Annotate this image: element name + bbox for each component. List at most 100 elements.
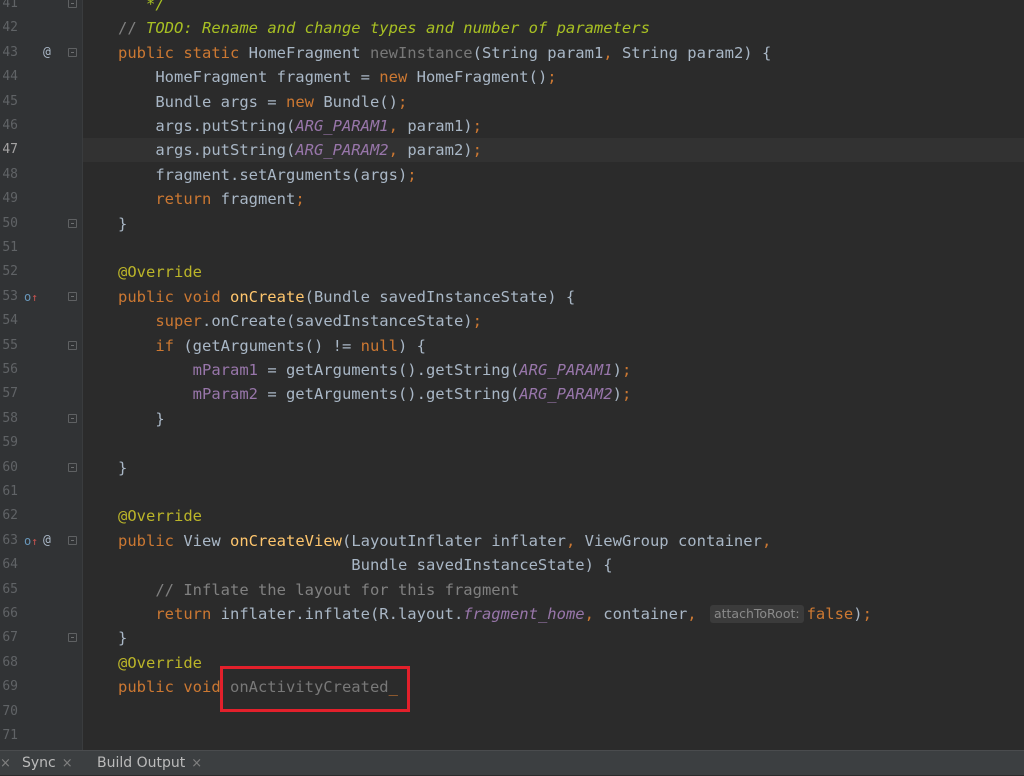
line-number[interactable]: 68 bbox=[0, 651, 18, 675]
code-text[interactable]: args.putString(ARG_PARAM1, param1); bbox=[118, 114, 482, 138]
code-line[interactable]: 56 mParam1 = getArguments().getString(AR… bbox=[0, 358, 1024, 382]
line-number[interactable]: 64 bbox=[0, 553, 18, 577]
code-line[interactable]: 55 if (getArguments() != null) { bbox=[0, 334, 1024, 358]
close-icon[interactable]: × bbox=[62, 756, 73, 771]
code-line[interactable]: 45 Bundle args = new Bundle(); bbox=[0, 90, 1024, 114]
fold-toggle-icon[interactable] bbox=[68, 340, 77, 350]
line-number[interactable]: 61 bbox=[0, 480, 18, 504]
override-method-icon[interactable]: o↑ bbox=[24, 529, 38, 553]
code-line[interactable]: 48 fragment.setArguments(args); bbox=[0, 163, 1024, 187]
line-number[interactable]: 41 bbox=[0, 0, 18, 16]
code-line[interactable]: 42 // TODO: Rename and change types and n… bbox=[0, 16, 1024, 40]
fold-toggle-icon[interactable] bbox=[68, 0, 77, 8]
line-number[interactable]: 57 bbox=[0, 382, 18, 406]
fold-toggle-icon[interactable] bbox=[68, 291, 77, 301]
code-line[interactable]: 62 @Override bbox=[0, 504, 1024, 528]
code-text[interactable]: HomeFragment fragment = new HomeFragment… bbox=[118, 65, 556, 89]
line-number[interactable]: 71 bbox=[0, 724, 18, 748]
line-number[interactable]: 62 bbox=[0, 504, 18, 528]
code-text[interactable]: return inflater.inflate(R.layout.fragmen… bbox=[118, 602, 872, 626]
code-line[interactable]: 53 o↑ public void onCreate(Bundle savedIns… bbox=[0, 285, 1024, 309]
code-text[interactable]: @Override bbox=[118, 260, 202, 284]
close-icon[interactable]: × bbox=[0, 756, 11, 771]
line-number[interactable]: 65 bbox=[0, 578, 18, 602]
code-line[interactable]: 52 @Override bbox=[0, 260, 1024, 284]
line-number[interactable]: 46 bbox=[0, 114, 18, 138]
code-line[interactable]: 57 mParam2 = getArguments().getString(AR… bbox=[0, 382, 1024, 406]
annotation-gutter-icon[interactable]: @ bbox=[43, 529, 51, 553]
line-number[interactable]: 53 bbox=[0, 285, 18, 309]
code-text[interactable]: @Override bbox=[118, 504, 202, 528]
fold-toggle-icon[interactable] bbox=[68, 413, 77, 423]
code-text[interactable]: } bbox=[118, 407, 164, 431]
code-text[interactable]: // Inflate the layout for this fragment bbox=[118, 578, 519, 602]
code-text[interactable]: super.onCreate(savedInstanceState); bbox=[118, 309, 482, 333]
tab-sync[interactable]: Sync × bbox=[22, 751, 73, 775]
code-text[interactable]: args.putString(ARG_PARAM2, param2); bbox=[118, 138, 482, 162]
code-line[interactable]: 71 bbox=[0, 724, 1024, 748]
line-number[interactable]: 66 bbox=[0, 602, 18, 626]
code-text[interactable]: @Override bbox=[118, 651, 202, 675]
line-number[interactable]: 69 bbox=[0, 675, 18, 699]
code-line[interactable]: 49 return fragment; bbox=[0, 187, 1024, 211]
code-text[interactable]: public View onCreateView(LayoutInflater … bbox=[118, 529, 771, 553]
code-line[interactable]: 64 Bundle savedInstanceState) { bbox=[0, 553, 1024, 577]
code-line[interactable]: 54 super.onCreate(savedInstanceState); bbox=[0, 309, 1024, 333]
code-line[interactable]: 58 } bbox=[0, 407, 1024, 431]
line-number[interactable]: 60 bbox=[0, 456, 18, 480]
code-line[interactable]: 47 args.putString(ARG_PARAM2, param2); bbox=[0, 138, 1024, 163]
line-number[interactable]: 47 bbox=[0, 138, 18, 162]
fold-toggle-icon[interactable] bbox=[68, 462, 77, 472]
code-line[interactable]: 69 public void onActivityCreated_ bbox=[0, 675, 1024, 699]
code-text[interactable]: public void onCreate(Bundle savedInstanc… bbox=[118, 285, 575, 309]
annotation-gutter-icon[interactable]: @ bbox=[43, 41, 51, 65]
line-number[interactable]: 59 bbox=[0, 431, 18, 455]
code-line[interactable]: 70 bbox=[0, 700, 1024, 724]
code-line[interactable]: 43 @ public static HomeFragment newInstanc… bbox=[0, 41, 1024, 65]
line-number[interactable]: 43 bbox=[0, 41, 18, 65]
code-text[interactable]: } bbox=[118, 212, 127, 236]
fold-toggle-icon[interactable] bbox=[68, 218, 77, 228]
line-number[interactable]: 54 bbox=[0, 309, 18, 333]
fold-toggle-icon[interactable] bbox=[68, 535, 77, 545]
fold-toggle-icon[interactable] bbox=[68, 47, 77, 57]
line-number[interactable]: 45 bbox=[0, 90, 18, 114]
code-line[interactable]: 66 return inflater.inflate(R.layout.frag… bbox=[0, 602, 1024, 626]
code-text[interactable]: // TODO: Rename and change types and num… bbox=[118, 16, 650, 40]
line-number[interactable]: 42 bbox=[0, 16, 18, 40]
fold-toggle-icon[interactable] bbox=[68, 633, 77, 643]
code-text[interactable]: return fragment; bbox=[118, 187, 304, 211]
code-text[interactable]: mParam2 = getArguments().getString(ARG_P… bbox=[118, 382, 632, 406]
code-text[interactable]: public static HomeFragment newInstance(S… bbox=[118, 41, 771, 65]
code-line[interactable]: 41 */ bbox=[0, 0, 1024, 16]
close-icon[interactable]: × bbox=[191, 756, 202, 771]
code-line[interactable]: 44 HomeFragment fragment = new HomeFragm… bbox=[0, 65, 1024, 89]
code-line[interactable]: 61 bbox=[0, 480, 1024, 504]
code-line[interactable]: 46 args.putString(ARG_PARAM1, param1); bbox=[0, 114, 1024, 138]
code-editor[interactable]: 41 */42// TODO: Rename and change types … bbox=[0, 0, 1024, 750]
tab-build-output[interactable]: Build Output × bbox=[97, 751, 202, 775]
code-text[interactable]: } bbox=[118, 626, 127, 650]
code-text[interactable]: Bundle args = new Bundle(); bbox=[118, 90, 407, 114]
line-number[interactable]: 67 bbox=[0, 626, 18, 650]
code-text[interactable]: Bundle savedInstanceState) { bbox=[118, 553, 612, 577]
line-number[interactable]: 52 bbox=[0, 260, 18, 284]
line-number[interactable]: 44 bbox=[0, 65, 18, 89]
line-number[interactable]: 56 bbox=[0, 358, 18, 382]
code-text[interactable]: fragment.setArguments(args); bbox=[118, 163, 416, 187]
code-line[interactable]: 65 // Inflate the layout for this fragme… bbox=[0, 578, 1024, 602]
line-number[interactable]: 48 bbox=[0, 163, 18, 187]
line-number[interactable]: 50 bbox=[0, 212, 18, 236]
code-line[interactable]: 67} bbox=[0, 626, 1024, 650]
code-line[interactable]: 68 @Override bbox=[0, 651, 1024, 675]
code-line[interactable]: 60} bbox=[0, 456, 1024, 480]
line-number[interactable]: 49 bbox=[0, 187, 18, 211]
code-text[interactable]: */ bbox=[118, 0, 165, 16]
code-line[interactable]: 63 o↑ @ public View onCreateView(LayoutInfl… bbox=[0, 529, 1024, 553]
tab-partial[interactable]: × bbox=[0, 751, 11, 775]
line-number[interactable]: 51 bbox=[0, 236, 18, 260]
code-line[interactable]: 50} bbox=[0, 212, 1024, 236]
code-text[interactable]: } bbox=[118, 456, 127, 480]
code-text[interactable]: mParam1 = getArguments().getString(ARG_P… bbox=[118, 358, 632, 382]
code-text[interactable]: if (getArguments() != null) { bbox=[118, 334, 426, 358]
